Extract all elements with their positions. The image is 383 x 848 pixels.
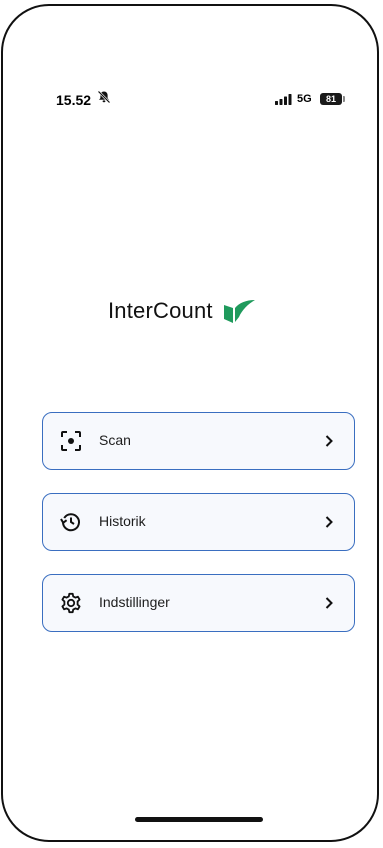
network-type: 5G	[297, 93, 312, 105]
scan-button[interactable]: Scan	[42, 412, 355, 470]
chevron-right-icon	[325, 516, 333, 528]
settings-button[interactable]: Indstillinger	[42, 574, 355, 632]
status-time: 15.52	[56, 92, 92, 108]
chevron-right-icon	[325, 597, 333, 609]
scan-icon	[61, 431, 81, 451]
chevron-right-icon	[325, 435, 333, 447]
battery-level: 81	[320, 93, 342, 105]
gear-icon	[61, 592, 81, 614]
history-button-label: Historik	[99, 513, 146, 529]
history-icon	[60, 513, 80, 532]
settings-button-label: Indstillinger	[99, 594, 170, 610]
app-logo: InterCount	[108, 298, 258, 324]
bell-muted-icon	[97, 90, 111, 104]
history-button[interactable]: Historik	[42, 493, 355, 551]
scan-button-label: Scan	[99, 432, 131, 448]
brand-mark-icon	[223, 300, 255, 323]
home-indicator[interactable]	[135, 817, 263, 822]
brand-name: InterCount	[108, 298, 213, 323]
signal-icon	[275, 94, 292, 105]
battery-tip	[343, 96, 345, 102]
